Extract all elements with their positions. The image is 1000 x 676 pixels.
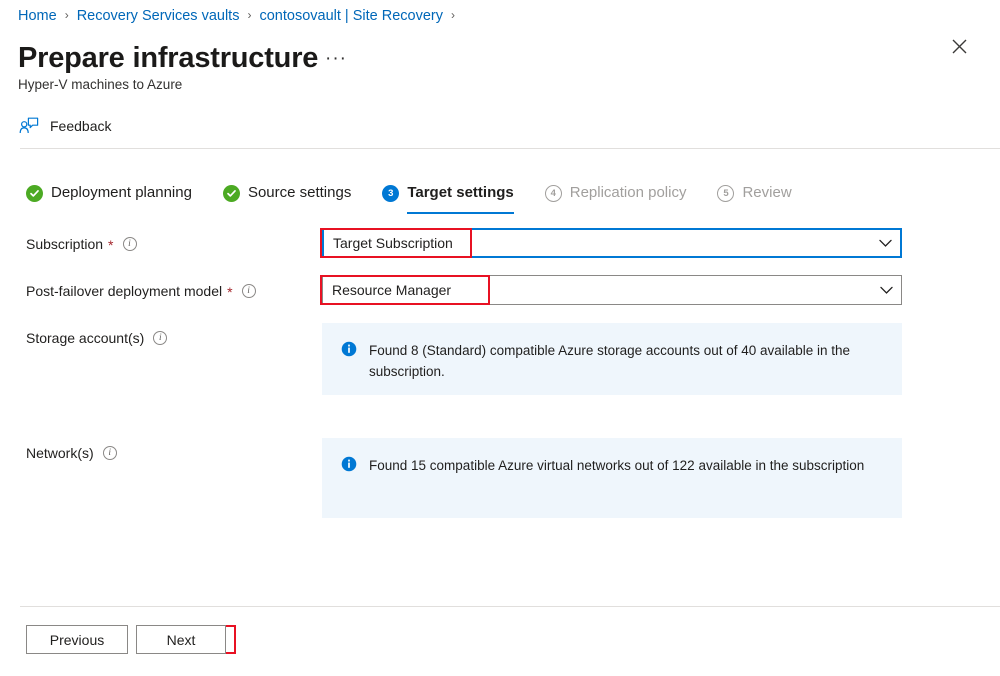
storage-accounts-message: Found 8 (Standard) compatible Azure stor…	[369, 340, 888, 382]
step-label: Target settings	[407, 183, 513, 203]
wizard-steps: Deployment planning Source settings 3 Ta…	[26, 178, 823, 214]
header-divider	[20, 148, 1000, 149]
step-label: Source settings	[248, 183, 351, 203]
step-review[interactable]: 5 Review	[717, 178, 791, 214]
chevron-down-icon	[871, 286, 901, 295]
subscription-value: Target Subscription	[324, 234, 870, 252]
label-text: Storage account(s)	[26, 328, 144, 348]
step-number-badge: 4	[545, 185, 562, 202]
info-icon[interactable]: i	[123, 237, 137, 251]
deployment-model-value: Resource Manager	[323, 281, 871, 299]
step-number-badge: 5	[717, 185, 734, 202]
deployment-model-label: Post-failover deployment model * i	[26, 281, 256, 301]
breadcrumb-separator-icon: ›	[451, 5, 455, 25]
page-title: Prepare infrastructure	[18, 39, 318, 77]
storage-accounts-info-banner: Found 8 (Standard) compatible Azure stor…	[322, 323, 902, 395]
info-filled-icon	[341, 456, 357, 472]
close-button[interactable]	[946, 33, 972, 59]
step-label: Review	[742, 183, 791, 203]
step-number-badge: 3	[382, 185, 399, 202]
label-text: Subscription	[26, 234, 103, 254]
wizard-footer: Previous Next	[26, 625, 226, 654]
feedback-person-icon	[18, 116, 40, 136]
page-subtitle: Hyper-V machines to Azure	[18, 76, 182, 94]
breadcrumb: Home › Recovery Services vaults › contos…	[18, 6, 463, 26]
more-options-button[interactable]: ···	[325, 47, 347, 71]
networks-info-banner: Found 15 compatible Azure virtual networ…	[322, 438, 902, 518]
required-marker: *	[108, 238, 113, 252]
next-button[interactable]: Next	[136, 625, 226, 654]
networks-message: Found 15 compatible Azure virtual networ…	[369, 455, 864, 476]
feedback-label: Feedback	[50, 116, 111, 136]
step-replication-policy[interactable]: 4 Replication policy	[545, 178, 687, 214]
check-circle-icon	[26, 185, 43, 202]
subscription-dropdown[interactable]: Target Subscription	[322, 228, 902, 258]
deployment-model-dropdown[interactable]: Resource Manager	[322, 275, 902, 305]
check-circle-icon	[223, 185, 240, 202]
info-icon[interactable]: i	[242, 284, 256, 298]
networks-label: Network(s) i	[26, 443, 117, 463]
storage-accounts-label: Storage account(s) i	[26, 328, 167, 348]
breadcrumb-item-home[interactable]: Home	[18, 6, 57, 26]
breadcrumb-item-contosovault-site-recovery[interactable]: contosovault | Site Recovery	[259, 6, 443, 26]
info-icon[interactable]: i	[153, 331, 167, 345]
info-filled-icon	[341, 341, 357, 357]
info-icon[interactable]: i	[103, 446, 117, 460]
step-deployment-planning[interactable]: Deployment planning	[26, 178, 192, 214]
step-label: Deployment planning	[51, 183, 192, 203]
step-label: Replication policy	[570, 183, 687, 203]
chevron-down-icon	[870, 239, 900, 248]
breadcrumb-separator-icon: ›	[65, 5, 69, 25]
close-icon	[952, 39, 967, 54]
required-marker: *	[227, 285, 232, 299]
feedback-button[interactable]: Feedback	[18, 110, 111, 142]
label-text: Network(s)	[26, 443, 94, 463]
step-target-settings[interactable]: 3 Target settings	[382, 178, 513, 214]
subscription-label: Subscription * i	[26, 234, 137, 254]
breadcrumb-item-recovery-services-vaults[interactable]: Recovery Services vaults	[77, 6, 240, 26]
previous-button[interactable]: Previous	[26, 625, 128, 654]
breadcrumb-separator-icon: ›	[247, 5, 251, 25]
step-source-settings[interactable]: Source settings	[223, 178, 351, 214]
label-text: Post-failover deployment model	[26, 281, 222, 301]
footer-divider	[20, 606, 1000, 607]
